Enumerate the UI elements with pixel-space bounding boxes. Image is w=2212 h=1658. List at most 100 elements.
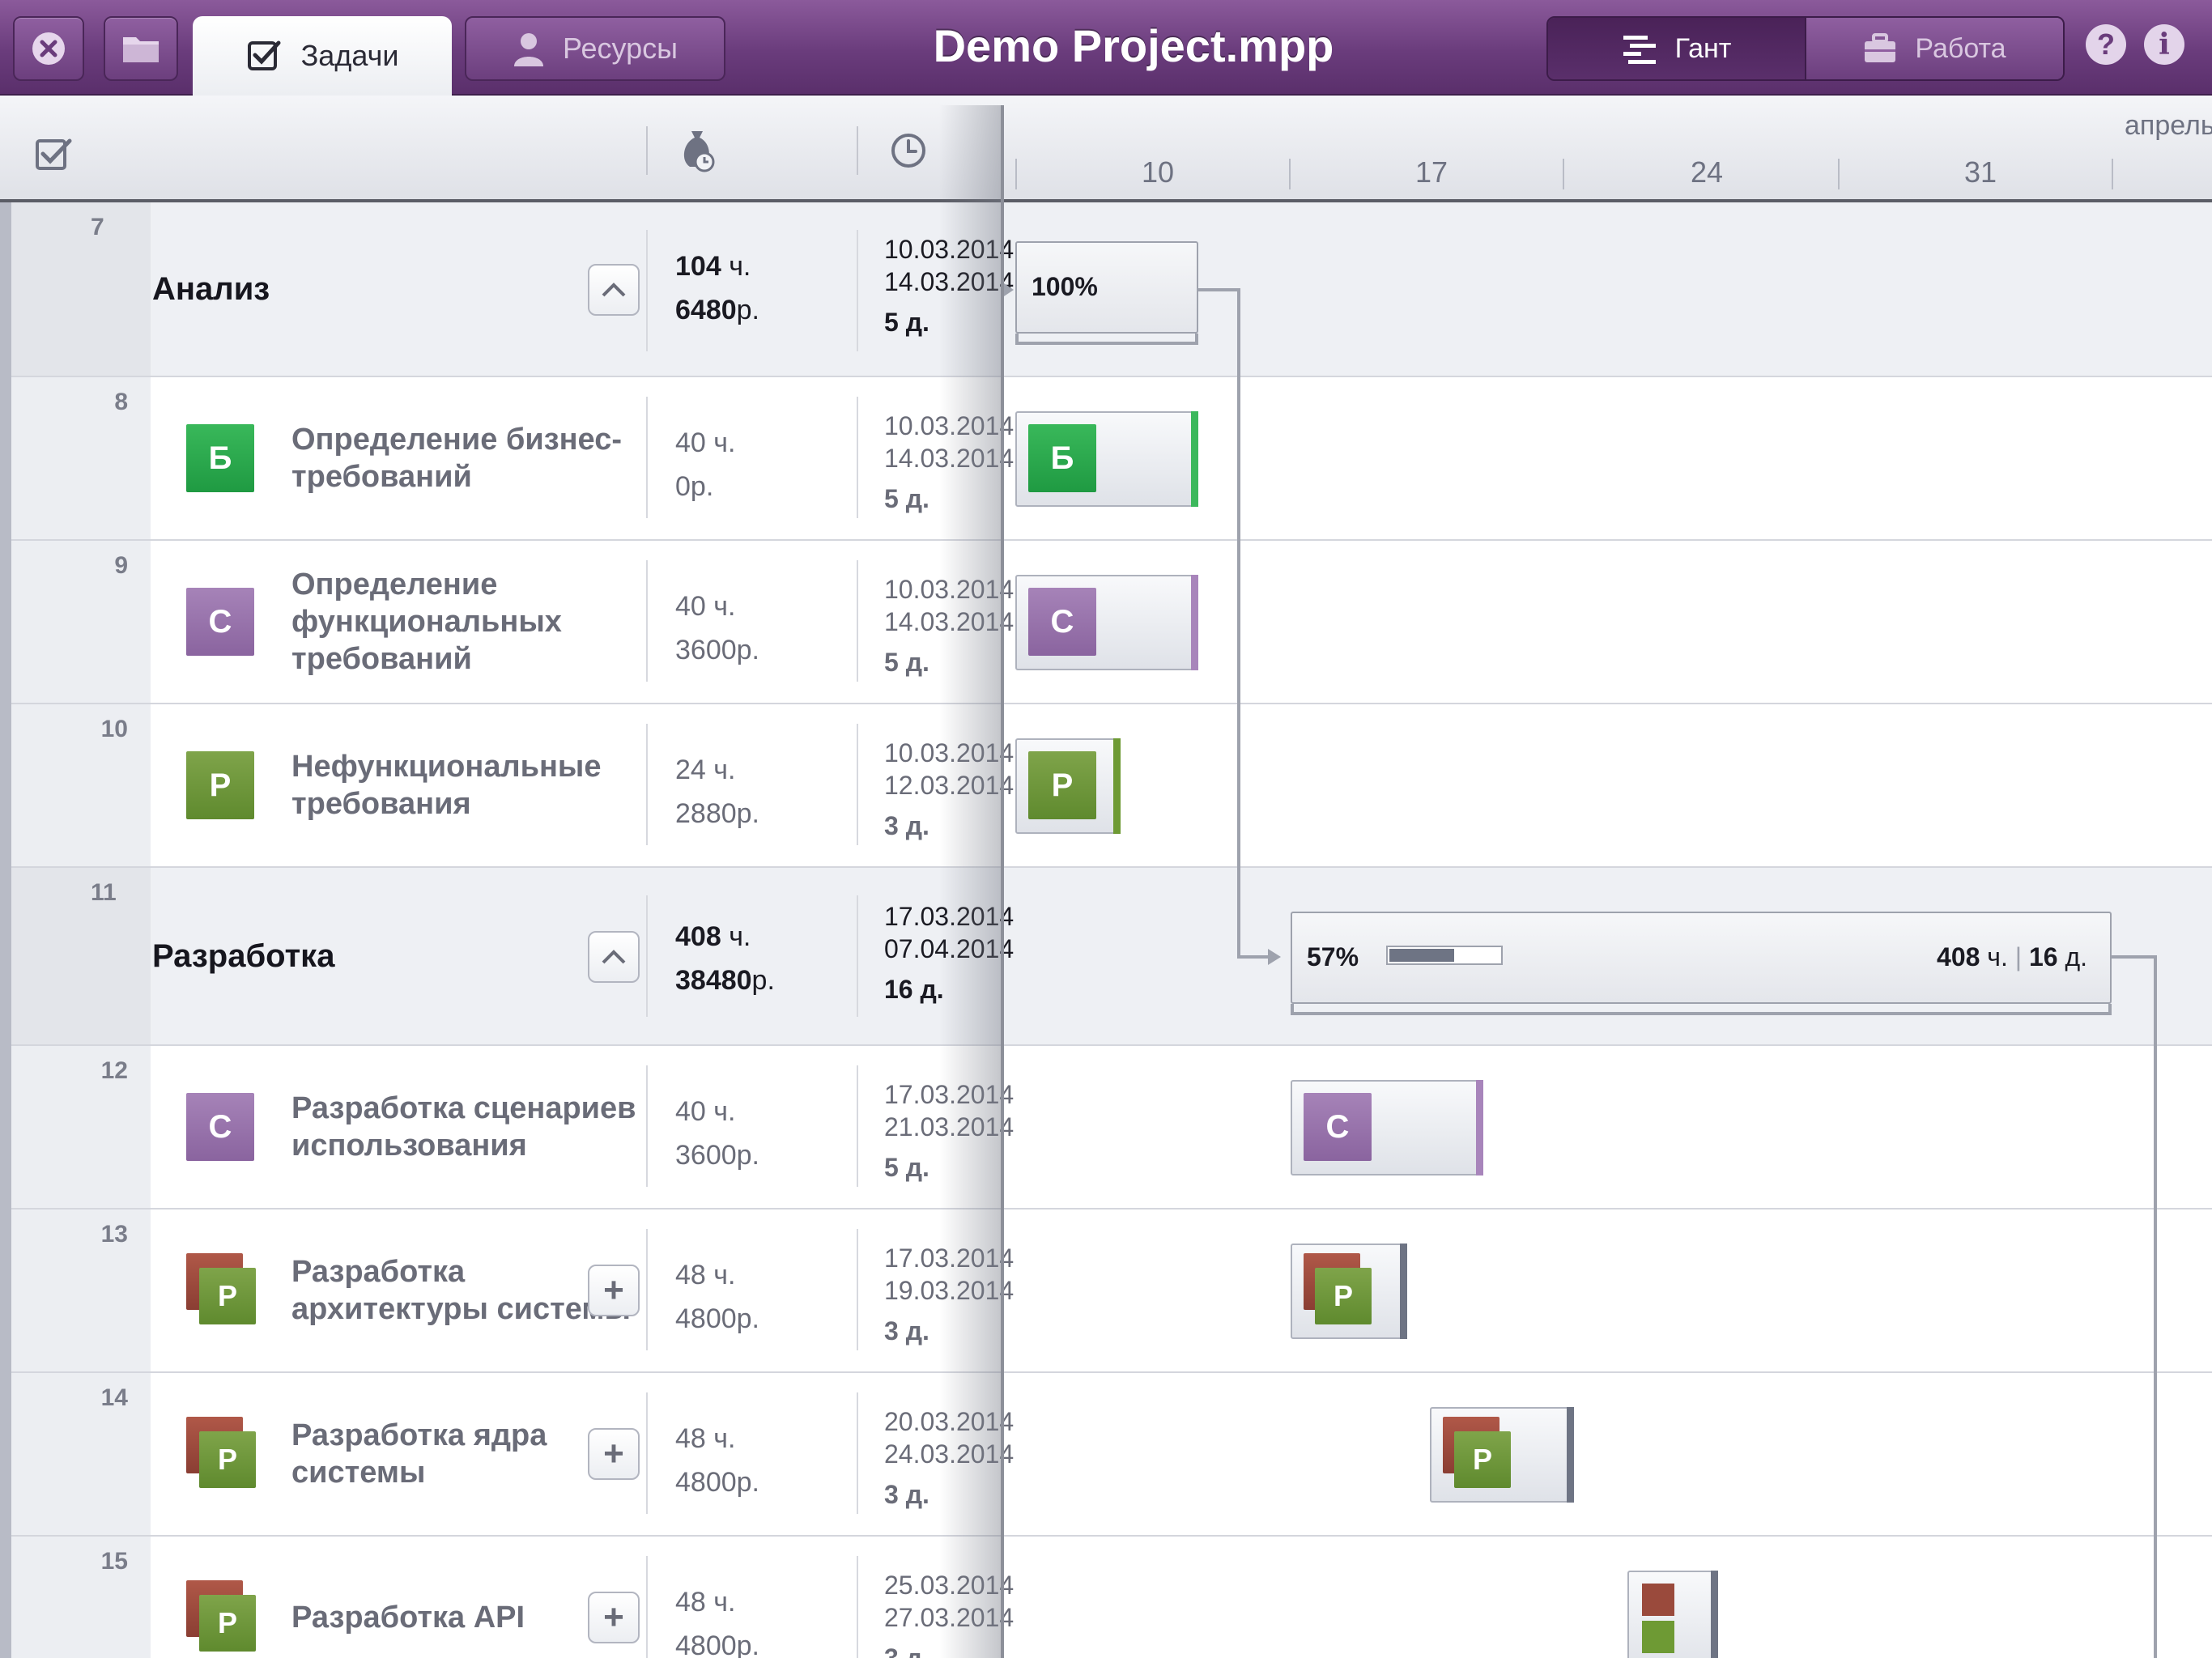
task-money: 6480 <box>675 295 737 325</box>
table-row[interactable]: 14 Р Разработка ядра системы + 48 ч. 480… <box>11 1373 2212 1537</box>
dependency-arrow-icon <box>1268 949 1281 965</box>
gantt-task-bar[interactable]: Б <box>1015 411 1198 507</box>
add-resource-button[interactable]: + <box>588 1265 640 1316</box>
table-row[interactable]: 15 Р Разработка API + 48 ч. 4800р. 25.03… <box>11 1537 2212 1658</box>
header-separator <box>646 126 648 175</box>
row-number: 11 <box>91 879 117 906</box>
gantt-summary-bar[interactable]: 57% 408 ч. | 16 д. <box>1291 912 2112 1004</box>
hours-unit: ч. <box>713 1260 736 1290</box>
info-icon[interactable]: i <box>2144 24 2184 65</box>
end-date: 19.03.2014 <box>884 1276 1014 1305</box>
bar-edge <box>1191 411 1198 507</box>
row-number-cell: 15 <box>11 1537 151 1658</box>
end-date: 24.03.2014 <box>884 1439 1014 1469</box>
table-row[interactable]: 11 Разработка 408 ч. 38480р. 17.03.2014 … <box>11 868 2212 1046</box>
gantt-summary-bar[interactable]: 100% <box>1015 241 1198 334</box>
gantt-task-bar[interactable]: Р <box>1291 1244 1407 1339</box>
column-separator <box>646 1392 648 1514</box>
table-row[interactable]: 12 С Разработка сценариев использования … <box>11 1046 2212 1209</box>
task-money: 0 <box>675 471 691 502</box>
task-money: 4800 <box>675 1467 737 1498</box>
gantt-task-bar[interactable]: Р <box>1015 738 1121 834</box>
column-separator <box>646 230 648 351</box>
close-button[interactable] <box>13 16 84 81</box>
row-number: 14 <box>100 1384 128 1411</box>
progress-bar <box>1386 946 1503 965</box>
tab-resources[interactable]: Ресурсы <box>465 16 725 81</box>
add-resource-button[interactable]: + <box>588 1592 640 1643</box>
resource-swatch <box>1642 1621 1674 1653</box>
gantt-task-bar[interactable]: С <box>1291 1080 1483 1175</box>
money-unit: р. <box>736 1630 759 1658</box>
end-date: 14.03.2014 <box>884 267 1014 296</box>
view-work-button[interactable]: Работа <box>1806 18 2063 79</box>
table-row[interactable]: 8 Б Определение бизнес-требований 40 ч. … <box>11 377 2212 541</box>
duration: 5 д. <box>884 308 929 337</box>
column-separator <box>646 1229 648 1350</box>
column-separator <box>857 230 858 351</box>
cost-cell: 24 ч. 2880р. <box>675 748 759 835</box>
task-hours: 40 <box>675 591 706 622</box>
summary-percent: 57% <box>1307 942 1359 971</box>
row-number-cell: 10 <box>11 704 151 866</box>
timeline-month: апрель <box>2125 110 2212 141</box>
duration: 5 д. <box>884 648 929 677</box>
dates-cell: 10.03.2014 14.03.2014 5 д. <box>884 410 1014 515</box>
cost-cell: 408 ч. 38480р. <box>675 915 775 1002</box>
header-separator <box>857 126 858 175</box>
table-row[interactable]: 7 Анализ 104 ч. 6480р. 10.03.2014 14.03.… <box>11 202 2212 377</box>
task-hours: 104 <box>675 251 721 282</box>
cost-cell: 40 ч. 3600р. <box>675 585 759 672</box>
table-row[interactable]: 10 Р Нефункциональные требования 24 ч. 2… <box>11 704 2212 868</box>
start-date: 10.03.2014 <box>884 575 1014 604</box>
duration: 3 д. <box>884 1480 929 1509</box>
person-icon <box>514 33 544 66</box>
column-separator <box>646 397 648 518</box>
table-row[interactable]: 13 Р Разработка архитектуры системы + 48… <box>11 1209 2212 1373</box>
task-hours: 48 <box>675 1260 706 1290</box>
task-name: Анализ <box>152 271 270 307</box>
cost-column-icon[interactable] <box>678 128 719 173</box>
gantt-task-bar[interactable]: Р <box>1430 1407 1574 1503</box>
start-date: 10.03.2014 <box>884 235 1014 264</box>
hours-unit: ч. <box>729 921 751 952</box>
tab-tasks[interactable]: Задачи <box>193 16 452 96</box>
timeline-day: 24 <box>1691 155 1724 189</box>
open-file-button[interactable] <box>104 16 178 81</box>
money-unit: р. <box>690 471 714 502</box>
bar-edge <box>1567 1407 1574 1503</box>
gantt-task-bar[interactable] <box>1627 1571 1718 1658</box>
row-number-cell: 14 <box>11 1373 151 1535</box>
resource-avatar: Р <box>186 751 254 819</box>
collapse-button[interactable] <box>588 264 640 316</box>
start-date: 17.03.2014 <box>884 1244 1014 1273</box>
help-icon[interactable]: ? <box>2086 24 2126 65</box>
hours-unit: ч. <box>713 1423 736 1454</box>
pane-divider[interactable] <box>1001 105 1004 1658</box>
column-separator <box>646 560 648 682</box>
end-date: 07.04.2014 <box>884 934 1014 963</box>
start-date: 10.03.2014 <box>884 738 1014 767</box>
start-date: 17.03.2014 <box>884 1080 1014 1109</box>
table-row[interactable]: 9 С Определение функциональных требовани… <box>11 541 2212 704</box>
dates-cell: 17.03.2014 07.04.2014 16 д. <box>884 900 1014 1005</box>
gantt-task-bar[interactable]: С <box>1015 575 1198 670</box>
clock-icon[interactable] <box>889 131 928 170</box>
collapse-button[interactable] <box>588 931 640 983</box>
view-gantt-button[interactable]: Гант <box>1548 18 1806 79</box>
add-resource-button[interactable]: + <box>588 1428 640 1480</box>
checkbox-column-icon[interactable] <box>34 134 73 173</box>
hours-unit: ч. <box>713 1096 736 1127</box>
cost-cell: 48 ч. 4800р. <box>675 1417 759 1504</box>
chevron-up-icon <box>602 950 626 964</box>
column-separator <box>857 1065 858 1187</box>
resource-avatar: С <box>186 1093 254 1161</box>
task-name: Определение функциональных требований <box>291 568 562 676</box>
dates-cell: 17.03.2014 21.03.2014 5 д. <box>884 1078 1014 1184</box>
summary-bracket <box>1015 334 1198 345</box>
row-number: 9 <box>114 552 128 579</box>
end-date: 27.03.2014 <box>884 1603 1014 1632</box>
gantt-icon <box>1623 36 1656 64</box>
task-hours: 48 <box>675 1587 706 1618</box>
dates-cell: 25.03.2014 27.03.2014 3 д. <box>884 1569 1014 1658</box>
